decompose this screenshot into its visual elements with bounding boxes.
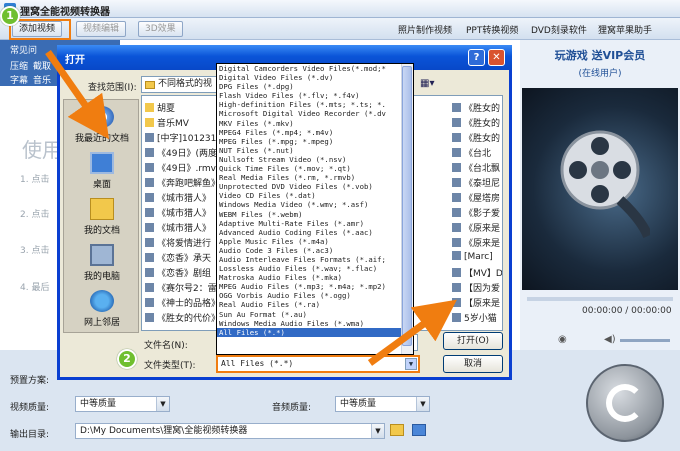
annotation-arrows bbox=[45, 49, 457, 366]
step-badge-1: 1 bbox=[0, 6, 20, 26]
step-badge-2: 2 bbox=[117, 349, 137, 369]
arrow-to-filetype bbox=[367, 299, 457, 366]
arrow-to-recent bbox=[45, 49, 110, 140]
